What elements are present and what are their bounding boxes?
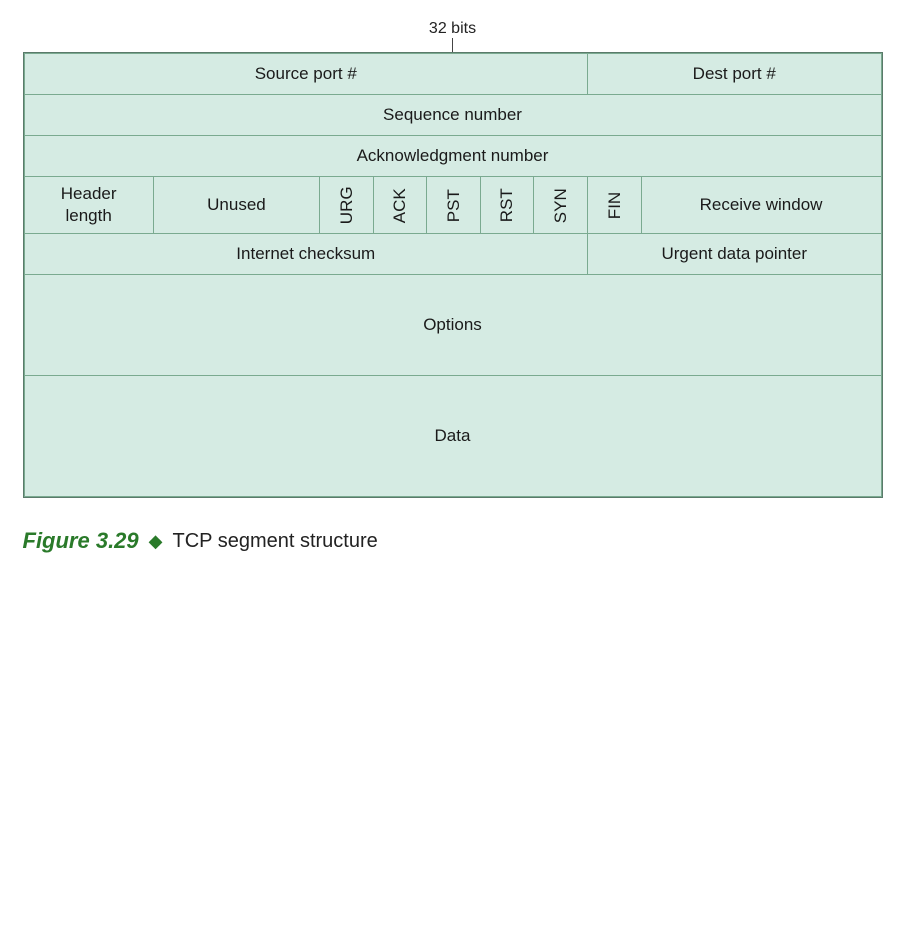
source-port-cell: Source port # (24, 54, 588, 95)
figure-caption: Figure 3.29 ◆ TCP segment structure (23, 528, 883, 554)
table-row-data: Data (24, 376, 881, 497)
header-length-cell: Headerlength (24, 177, 153, 234)
table-row-checksum: Internet checksum Urgent data pointer (24, 234, 881, 275)
tcp-diagram: Source port # Dest port # Sequence numbe… (23, 52, 883, 498)
data-cell: Data (24, 376, 881, 497)
internet-checksum-cell: Internet checksum (24, 234, 588, 275)
table-row-sequence: Sequence number (24, 95, 881, 136)
sequence-cell: Sequence number (24, 95, 881, 136)
flag-urg: URG (320, 177, 374, 234)
flag-ack: ACK (373, 177, 427, 234)
options-cell: Options (24, 275, 881, 376)
flag-fin: FIN (588, 177, 642, 234)
acknowledgment-cell: Acknowledgment number (24, 136, 881, 177)
figure-label: Figure 3.29 (23, 528, 139, 554)
table-row-ack: Acknowledgment number (24, 136, 881, 177)
tcp-table: Source port # Dest port # Sequence numbe… (24, 53, 882, 497)
table-row-ports: Source port # Dest port # (24, 54, 881, 95)
flag-rst: RST (480, 177, 534, 234)
urgent-data-pointer-cell: Urgent data pointer (588, 234, 882, 275)
receive-window-cell: Receive window (641, 177, 881, 234)
table-row-header-flags: Headerlength Unused URG ACK PST RST SYN … (24, 177, 881, 234)
figure-description: TCP segment structure (173, 530, 378, 553)
dest-port-cell: Dest port # (588, 54, 882, 95)
figure-diamond: ◆ (149, 531, 163, 552)
bits-label: 32 bits (429, 20, 476, 38)
flag-syn: SYN (534, 177, 588, 234)
diagram-container: 32 bits Source port # Dest port # Sequen… (23, 20, 883, 554)
flag-pst: PST (427, 177, 481, 234)
table-row-options: Options (24, 275, 881, 376)
unused-cell: Unused (153, 177, 319, 234)
